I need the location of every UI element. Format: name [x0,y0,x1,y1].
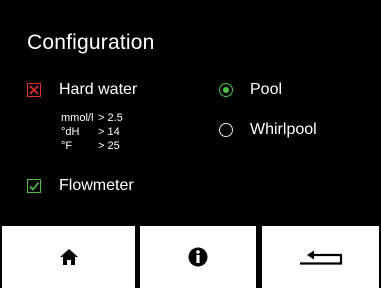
page-title: Configuration [27,31,155,54]
hardness-value: > 25 [98,140,120,152]
hardness-value: > 14 [98,126,120,138]
x-mark-icon [29,85,39,95]
hardness-row: °dH > 14 [61,125,123,139]
pool-label: Pool [250,81,283,98]
hardness-thresholds: mmol/l > 2.5 °dH > 14 °F > 25 [61,111,123,153]
radio-selected-dot [223,87,229,93]
home-button[interactable] [2,226,135,288]
flowmeter-option[interactable]: Flowmeter [27,177,134,195]
hardness-row: °F > 25 [61,139,123,153]
back-button[interactable] [262,226,379,288]
info-button[interactable] [140,226,256,288]
whirlpool-radio[interactable] [219,123,233,137]
hard-water-checkbox[interactable] [27,83,41,97]
pool-option[interactable]: Pool [219,81,282,99]
pool-radio[interactable] [219,83,233,97]
whirlpool-label: Whirlpool [250,121,317,138]
checkmark-icon [29,182,40,191]
hard-water-option[interactable]: Hard water [27,81,137,99]
hardness-unit: °dH [61,126,80,138]
hardness-value: > 2.5 [98,112,123,124]
hardness-unit: mmol/l [61,112,94,124]
back-arrow-icon [299,250,342,265]
hardness-unit: °F [61,140,73,152]
hardness-row: mmol/l > 2.5 [61,111,123,125]
whirlpool-option[interactable]: Whirlpool [219,121,317,139]
hard-water-label: Hard water [59,81,138,98]
flowmeter-label: Flowmeter [59,177,134,194]
info-icon [188,247,208,267]
configuration-screen: Configuration Hard water mmol/l > 2.5 °d… [0,0,381,288]
bottom-button-bar [0,226,381,288]
flowmeter-checkbox[interactable] [27,179,41,193]
home-icon [59,249,78,265]
